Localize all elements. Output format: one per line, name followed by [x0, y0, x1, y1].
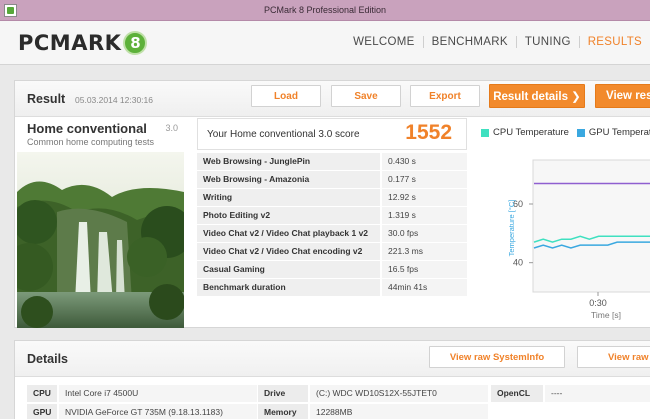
legend-label-gpu: GPU Temperatur: [588, 127, 650, 138]
row-label: Web Browsing - Amazonia: [197, 171, 380, 188]
view-raw-systeminfo-button[interactable]: View raw SystemInfo: [429, 346, 565, 368]
row-value: 221.3 ms: [382, 243, 467, 260]
nav-tuning[interactable]: TUNING: [515, 36, 579, 48]
table-row: Video Chat v2 / Video Chat playback 1 v2…: [197, 225, 467, 242]
x-axis-label: Time [s]: [591, 310, 621, 320]
score-table: Your Home conventional 3.0 score 1552 We…: [197, 118, 467, 328]
spec-cpu: CPU Intel Core i7 4500U: [27, 385, 257, 402]
table-row: Photo Editing v2 1.319 s: [197, 207, 467, 224]
test-info: Home conventional 3.0 Common home comput…: [17, 118, 184, 328]
row-value: 12.92 s: [382, 189, 467, 206]
app-header: PCMARK 8 WELCOME BENCHMARK TUNING RESULT…: [0, 21, 650, 65]
temperature-chart: 60 40 0:30 Time [s] Temperature [°C] CPU…: [473, 118, 650, 328]
score-label: Your Home conventional 3.0 score: [207, 129, 360, 140]
row-label: Benchmark duration: [197, 279, 380, 296]
waterfall-landscape-image: [17, 152, 184, 328]
legend-swatch-gpu: [576, 128, 585, 137]
score-header: Your Home conventional 3.0 score 1552: [197, 118, 467, 150]
x-tick-label: 0:30: [589, 298, 607, 308]
logo-word: PCMARK: [18, 31, 122, 55]
view-raw-button[interactable]: View raw: [577, 346, 650, 368]
spec-value: 12288MB: [310, 404, 488, 419]
row-label: Photo Editing v2: [197, 207, 380, 224]
spec-value: NVIDIA GeForce GT 735M (9.18.13.1183): [59, 404, 257, 419]
row-value: 0.430 s: [382, 153, 467, 170]
test-version: 3.0: [165, 123, 178, 133]
spec-label: Drive: [258, 385, 308, 402]
spec-opencl: OpenCL ----: [491, 385, 650, 402]
nav-benchmark[interactable]: BENCHMARK: [422, 36, 516, 48]
spec-gpu: GPU NVIDIA GeForce GT 735M (9.18.13.1183…: [27, 404, 257, 419]
row-value: 1.319 s: [382, 207, 467, 224]
legend-swatch-cpu: [481, 128, 489, 137]
chart-legend: CPU Temperature GPU Temperatur: [481, 127, 650, 138]
table-row: Benchmark duration 44min 41s: [197, 279, 467, 296]
table-row: Web Browsing - Amazonia 0.177 s: [197, 171, 467, 188]
table-row: Writing 12.92 s: [197, 189, 467, 206]
row-label: Casual Gaming: [197, 261, 380, 278]
spec-drive: Drive (C:) WDC WD10S12X-55JTET0: [258, 385, 488, 402]
score-value: 1552: [405, 121, 452, 144]
details-title: Details: [27, 352, 68, 366]
plot-area: [532, 159, 650, 293]
y-axis-label: Temperature [°C]: [507, 200, 516, 257]
title-bar: PCMark 8 Professional Edition: [0, 0, 650, 21]
row-label: Video Chat v2 / Video Chat playback 1 v2: [197, 225, 380, 242]
row-label: Video Chat v2 / Video Chat encoding v2: [197, 243, 380, 260]
spec-label: CPU: [27, 385, 57, 402]
save-button[interactable]: Save: [331, 85, 401, 107]
details-toolbar: Details View raw SystemInfo View raw: [15, 341, 650, 377]
spec-label: GPU: [27, 404, 57, 419]
window-title: PCMark 8 Professional Edition: [263, 5, 387, 15]
details-panel: Details View raw SystemInfo View raw CPU…: [14, 340, 650, 419]
spec-value: Intel Core i7 4500U: [59, 385, 257, 402]
pcmark-logo: PCMARK 8: [18, 30, 148, 56]
y-tick-label-40: 40: [513, 258, 523, 268]
chart-svg: 60 40 0:30 Time [s] Temperature [°C]: [507, 159, 650, 320]
nav-results[interactable]: RESULTS: [578, 36, 650, 48]
result-title: Result: [27, 92, 66, 106]
result-date: 05.03.2014 12:30:16: [75, 95, 153, 105]
main-nav: WELCOME BENCHMARK TUNING RESULTS: [345, 36, 650, 48]
row-label: Writing: [197, 189, 380, 206]
row-label: Web Browsing - JunglePin: [197, 153, 380, 170]
test-name: Home conventional: [27, 121, 147, 136]
result-details-button[interactable]: Result details ❯: [489, 84, 585, 108]
legend-gpu: GPU Temperatur: [576, 127, 650, 138]
table-row: Web Browsing - JunglePin 0.430 s: [197, 153, 467, 170]
logo-number: 8: [123, 31, 148, 55]
nav-welcome[interactable]: WELCOME: [345, 36, 423, 48]
row-value: 16.5 fps: [382, 261, 467, 278]
spec-memory: Memory 12288MB: [258, 404, 488, 419]
spec-label: Memory: [258, 404, 308, 419]
legend-label-cpu: CPU Temperature: [493, 127, 569, 138]
row-value: 44min 41s: [382, 279, 467, 296]
spec-value: (C:) WDC WD10S12X-55JTET0: [310, 385, 488, 402]
spec-value: ----: [545, 385, 650, 402]
table-row: Video Chat v2 / Video Chat encoding v2 22…: [197, 243, 467, 260]
legend-cpu: CPU Temperature: [481, 127, 569, 138]
export-button[interactable]: Export: [410, 85, 480, 107]
row-value: 30.0 fps: [382, 225, 467, 242]
row-value: 0.177 s: [382, 171, 467, 188]
result-toolbar: Result 05.03.2014 12:30:16 Load Save Exp…: [15, 81, 650, 117]
spec-label: OpenCL: [491, 385, 543, 402]
table-row: Casual Gaming 16.5 fps: [197, 261, 467, 278]
test-description: Common home computing tests: [27, 137, 155, 147]
load-button[interactable]: Load: [251, 85, 321, 107]
result-panel: Result 05.03.2014 12:30:16 Load Save Exp…: [14, 80, 650, 328]
view-result-button[interactable]: View resu: [595, 84, 650, 108]
